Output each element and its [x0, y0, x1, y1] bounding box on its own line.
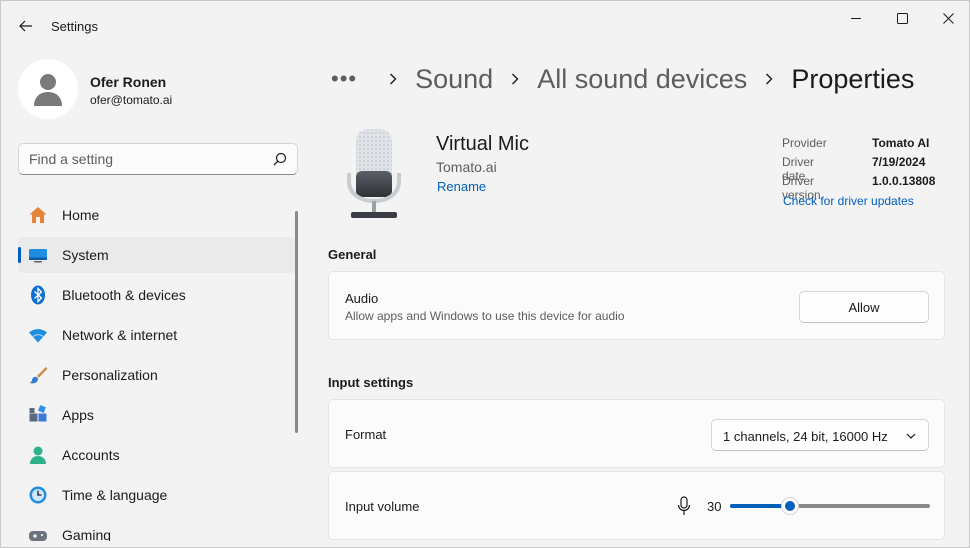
search-box [18, 143, 298, 175]
allow-button[interactable]: Allow [799, 291, 929, 323]
check-driver-updates-link[interactable]: Check for driver updates [783, 194, 914, 208]
sidebar-item-label: Network & internet [62, 327, 178, 343]
back-arrow-icon [19, 20, 32, 32]
format-label: Format [345, 427, 387, 442]
sidebar-item-label: Home [62, 207, 100, 223]
microphone-icon[interactable] [677, 496, 691, 516]
microphone-icon [347, 129, 401, 218]
input-settings-section-title: Input settings [328, 375, 414, 390]
page-title: Properties [791, 63, 915, 94]
system-icon [29, 249, 47, 263]
sidebar-item-bluetooth[interactable]: Bluetooth & devices [18, 277, 296, 313]
home-icon [29, 207, 47, 223]
slider-thumb[interactable] [781, 497, 799, 515]
accounts-icon [30, 446, 46, 464]
sidebar-item-gaming[interactable]: Gaming [18, 517, 296, 541]
device-name: Virtual Mic [436, 133, 529, 155]
sidebar-item-apps[interactable]: Apps [18, 397, 296, 433]
sidebar-item-label: Time & language [62, 487, 168, 503]
sidebar-item-system[interactable]: System [18, 237, 296, 273]
sidebar-item-accounts[interactable]: Accounts [18, 437, 296, 473]
app-title: Settings [51, 19, 98, 34]
gamepad-icon [29, 531, 47, 541]
chevron-right-icon [383, 69, 403, 89]
settings-window: Settings Ofer Ronen ofer@tomato.ai Find … [0, 0, 970, 548]
sidebar-item-label: Bluetooth & devices [62, 287, 186, 303]
sidebar-item-label: Apps [62, 407, 94, 423]
sidebar-item-label: Personalization [62, 367, 158, 383]
title-bar: Settings [1, 1, 969, 49]
maximize-button[interactable] [879, 1, 925, 35]
minimize-icon [851, 18, 861, 19]
input-volume-slider[interactable] [730, 497, 930, 515]
breadcrumb-more-button[interactable]: ••• [331, 66, 357, 92]
audio-description: Allow apps and Windows to use this devic… [345, 309, 625, 323]
user-avatar-icon [34, 74, 62, 106]
sidebar-scrollbar[interactable] [295, 211, 298, 433]
bluetooth-icon [31, 285, 45, 305]
device-header: Virtual Mic Tomato.ai Rename Provider To… [328, 119, 946, 229]
format-dropdown[interactable]: 1 channels, 24 bit, 16000 Hz [711, 419, 929, 451]
audio-card: Audio Allow apps and Windows to use this… [328, 271, 945, 340]
close-icon [942, 12, 954, 24]
sidebar-item-personalization[interactable]: Personalization [18, 357, 296, 393]
input-volume-card: Input volume 30 [328, 471, 945, 540]
apps-icon [29, 405, 47, 422]
back-button[interactable] [13, 13, 39, 39]
sidebar-item-label: Accounts [62, 447, 120, 463]
profile-name: Ofer Ronen [90, 74, 167, 90]
chevron-down-icon [906, 433, 916, 439]
sidebar-item-label: Gaming [62, 527, 112, 541]
search-icon[interactable] [273, 152, 287, 166]
input-volume-label: Input volume [345, 499, 420, 514]
maximize-icon [896, 12, 908, 24]
chevron-right-icon [759, 69, 779, 89]
user-profile[interactable]: Ofer Ronen ofer@tomato.ai [18, 59, 298, 119]
breadcrumb-sound[interactable]: Sound [415, 64, 493, 95]
clock-icon [29, 486, 47, 504]
format-card: Format 1 channels, 24 bit, 16000 Hz [328, 399, 945, 468]
profile-email: ofer@tomato.ai [90, 93, 173, 107]
general-section-title: General [328, 247, 377, 262]
input-volume-value: 30 [707, 499, 722, 514]
device-vendor: Tomato.ai [436, 159, 497, 175]
audio-title: Audio [345, 291, 379, 306]
format-dropdown-value: 1 channels, 24 bit, 16000 Hz [723, 429, 888, 444]
search-input[interactable] [29, 144, 269, 174]
wifi-icon [29, 329, 47, 343]
rename-link[interactable]: Rename [437, 179, 486, 194]
chevron-right-icon [505, 69, 525, 89]
provider-value: Tomato AI [872, 136, 930, 150]
breadcrumb: ••• Sound All sound devices Properties [331, 59, 914, 99]
avatar [18, 59, 78, 119]
breadcrumb-all-sound-devices[interactable]: All sound devices [537, 64, 747, 95]
close-button[interactable] [925, 1, 969, 35]
sidebar-item-home[interactable]: Home [18, 197, 296, 233]
slider-thumb-dot [785, 501, 795, 511]
driver-date-value: 7/19/2024 [872, 155, 926, 169]
provider-label: Provider [782, 136, 827, 150]
sidebar-nav: Home System Bluetooth & devices Network … [18, 197, 296, 541]
sidebar-item-network[interactable]: Network & internet [18, 317, 296, 353]
brush-icon [29, 367, 48, 384]
minimize-button[interactable] [833, 1, 879, 35]
driver-version-value: 1.0.0.13808 [872, 174, 936, 188]
sidebar-item-time-language[interactable]: Time & language [18, 477, 296, 513]
sidebar-item-label: System [62, 247, 109, 263]
